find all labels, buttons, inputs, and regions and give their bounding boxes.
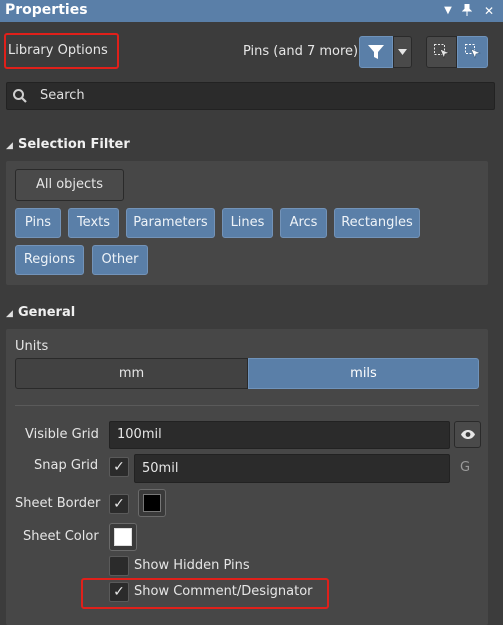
search-icon	[13, 89, 27, 103]
visible-grid-input[interactable]: 100mil	[109, 421, 450, 449]
search-placeholder: Search	[40, 88, 85, 103]
collapse-triangle-icon[interactable]: ◢	[6, 141, 13, 151]
select-touching-icon	[465, 44, 481, 59]
sheet-color-swatch[interactable]	[109, 523, 137, 551]
check-icon: ✓	[113, 584, 125, 600]
snap-grid-checkbox[interactable]: ✓	[109, 457, 129, 477]
filter-chip-rectangles[interactable]: Rectangles	[334, 208, 420, 238]
general-header[interactable]: General	[18, 305, 75, 320]
panel-title: Properties	[5, 2, 88, 18]
pin-icon[interactable]	[460, 3, 474, 18]
filter-dropdown-button[interactable]	[393, 36, 412, 68]
show-comment-designator-checkbox[interactable]: ✓	[109, 582, 129, 602]
units-mm-option[interactable]: mm	[15, 358, 248, 389]
filter-chip-parameters[interactable]: Parameters	[126, 208, 215, 238]
collapse-triangle-icon[interactable]: ◢	[6, 309, 13, 319]
sheet-border-checkbox[interactable]: ✓	[109, 494, 129, 514]
filter-chip-arcs[interactable]: Arcs	[280, 208, 327, 238]
all-objects-button[interactable]: All objects	[15, 169, 124, 201]
snap-grid-shortcut-label: G	[460, 460, 471, 475]
check-icon: ✓	[113, 496, 125, 512]
select-inside-button[interactable]	[426, 36, 457, 68]
sheet-color-label: Sheet Color	[23, 529, 99, 544]
sheet-color-fill	[114, 528, 132, 546]
visibility-toggle-button[interactable]	[454, 421, 481, 448]
sheet-border-color-fill	[143, 494, 161, 512]
show-hidden-pins-label: Show Hidden Pins	[134, 558, 250, 573]
filter-chip-pins[interactable]: Pins	[15, 208, 61, 238]
show-comment-designator-label: Show Comment/Designator	[134, 584, 313, 599]
menu-arrow-icon[interactable]: ▼	[441, 4, 455, 18]
filter-summary-label: Pins (and 7 more)	[243, 44, 359, 59]
snap-grid-label: Snap Grid	[34, 458, 99, 473]
selection-filter-header[interactable]: Selection Filter	[18, 137, 130, 152]
eye-icon	[461, 430, 475, 439]
units-label: Units	[15, 339, 49, 354]
check-icon: ✓	[113, 459, 125, 475]
units-mils-option[interactable]: mils	[248, 358, 479, 389]
select-touching-button[interactable]	[457, 36, 488, 68]
panel-title-bar: Properties ▼ ✕	[0, 0, 503, 22]
snap-grid-input[interactable]: 50mil	[134, 454, 450, 483]
chevron-down-icon	[398, 49, 407, 55]
show-hidden-pins-checkbox[interactable]	[109, 556, 129, 576]
filter-chip-lines[interactable]: Lines	[222, 208, 273, 238]
select-inside-icon	[434, 44, 450, 59]
visible-grid-label: Visible Grid	[25, 427, 99, 442]
filter-chip-other[interactable]: Other	[92, 245, 148, 275]
sheet-border-color-swatch[interactable]	[138, 489, 166, 517]
divider	[15, 405, 479, 406]
filter-chip-texts[interactable]: Texts	[68, 208, 119, 238]
filter-button[interactable]	[359, 36, 393, 68]
filter-chip-regions[interactable]: Regions	[15, 245, 84, 275]
filter-icon	[368, 45, 384, 59]
sheet-border-label: Sheet Border	[15, 496, 101, 511]
close-icon[interactable]: ✕	[482, 4, 496, 18]
library-options-label: Library Options	[8, 43, 108, 58]
